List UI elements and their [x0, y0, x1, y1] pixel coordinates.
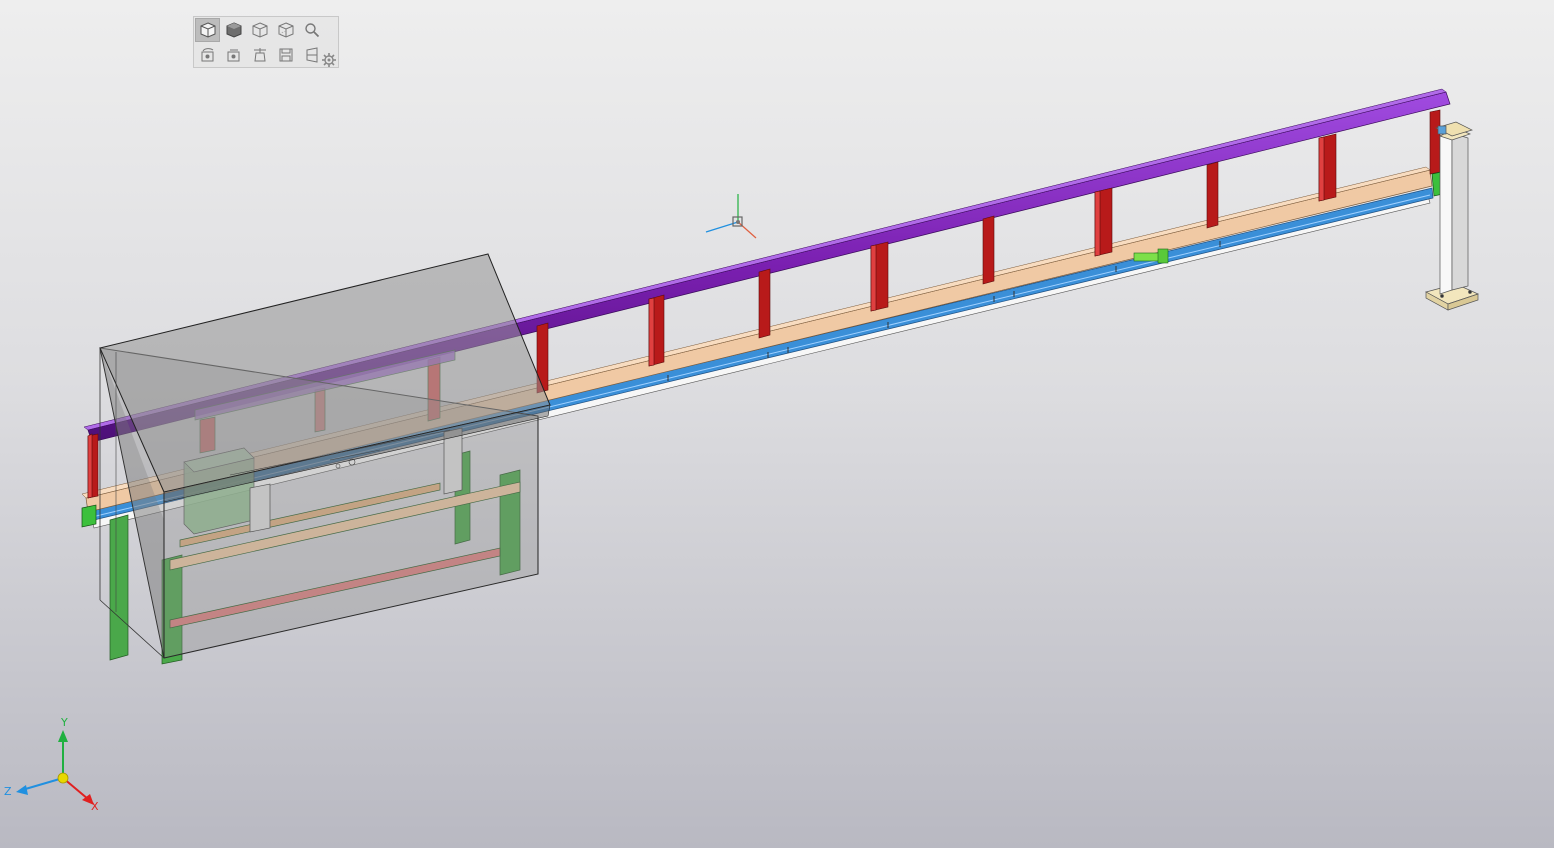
- save-view-icon[interactable]: [273, 43, 298, 67]
- view-toolbar: [193, 16, 339, 68]
- shaded-icon[interactable]: [221, 18, 246, 42]
- housing: [99, 253, 551, 659]
- 3d-viewport[interactable]: Y Z X: [0, 0, 1554, 848]
- view-toolbar-row-1: [195, 18, 325, 42]
- zoom-icon[interactable]: [299, 18, 324, 42]
- view-toolbar-row-2: [195, 43, 325, 67]
- wireframe-icon[interactable]: [247, 18, 272, 42]
- pan-view-icon[interactable]: [221, 43, 246, 67]
- section-icon[interactable]: [247, 43, 272, 67]
- conveyor-3d-model[interactable]: [0, 0, 1554, 848]
- axis-label-y: Y: [61, 716, 68, 729]
- view-orientation-icon[interactable]: [195, 18, 220, 42]
- axis-label-z: Z: [4, 785, 12, 798]
- axis-label-x: X: [91, 800, 99, 813]
- axis-triad: [16, 730, 94, 805]
- origin-marker: [705, 194, 757, 239]
- hidden-lines-icon[interactable]: [273, 18, 298, 42]
- gear-icon[interactable]: [321, 52, 337, 68]
- rotate-view-icon[interactable]: [195, 43, 220, 67]
- left-end-block: [81, 504, 97, 528]
